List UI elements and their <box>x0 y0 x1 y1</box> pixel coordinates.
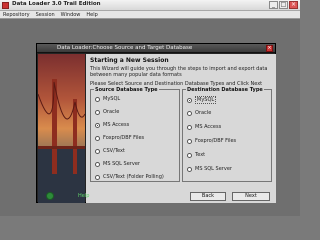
source-group-legend: Source Database Type <box>94 87 159 93</box>
wizard-description: This Wizard will guide you through the s… <box>90 66 268 78</box>
radio-button[interactable] <box>95 135 100 141</box>
dialog-title-bar: Data Loader:Choose Source and Target Dat… <box>37 44 275 53</box>
option-label: MS SQL Server <box>103 161 140 167</box>
window-title: Data Loader 3.0 Trail Edition <box>12 1 101 7</box>
option-label: CSV/Text <box>103 148 125 154</box>
radio-button[interactable] <box>187 110 192 116</box>
destination-option-mysql[interactable]: MySQL <box>187 96 217 104</box>
menu-help[interactable]: Help <box>86 11 97 18</box>
destination-option-ms-sql-server[interactable]: MS SQL Server <box>187 166 232 172</box>
application-window: Data Loader 3.0 Trail Edition _ □ × Repo… <box>0 0 300 216</box>
radio-button[interactable] <box>95 148 100 154</box>
dialog-title: Data Loader:Choose Source and Target Dat… <box>57 45 193 51</box>
bridge-illustration <box>38 79 85 203</box>
option-label: Foxpro/DBF Files <box>195 138 237 144</box>
source-option-foxpro[interactable]: Foxpro/DBF Files <box>95 135 144 141</box>
radio-button[interactable] <box>187 152 192 158</box>
menu-repository[interactable]: Repository <box>3 11 30 18</box>
option-label: MS Access <box>195 124 222 130</box>
radio-button[interactable] <box>187 166 192 172</box>
app-icon <box>2 2 9 9</box>
option-label: MS SQL Server <box>195 166 232 172</box>
option-label: Oracle <box>195 110 212 116</box>
source-database-group: Source Database Type MySQL Oracle MS Acc… <box>90 87 180 182</box>
radio-button[interactable] <box>95 109 100 115</box>
option-label: Foxpro/DBF Files <box>103 135 145 141</box>
option-label: MySQL <box>103 96 121 102</box>
destination-database-group: Destination Database Type MySQL Oracle M… <box>182 87 272 182</box>
radio-button-selected[interactable] <box>187 97 192 103</box>
source-option-ms-access[interactable]: MS Access <box>95 122 129 128</box>
maximize-button[interactable]: □ <box>279 1 288 9</box>
wizard-heading: Starting a New Session <box>90 57 169 64</box>
title-bar: Data Loader 3.0 Trail Edition _ □ × <box>0 0 300 11</box>
destination-option-text[interactable]: Text <box>187 152 205 158</box>
destination-option-ms-access[interactable]: MS Access <box>187 124 221 130</box>
next-button[interactable]: Next <box>232 192 270 201</box>
help-link[interactable]: Help <box>78 193 89 199</box>
radio-button[interactable] <box>187 138 192 144</box>
menu-session[interactable]: Session <box>36 11 55 18</box>
radio-button-selected[interactable] <box>95 122 100 128</box>
dialog-close-button[interactable]: × <box>266 45 273 52</box>
source-option-csv-folder-polling[interactable]: CSV/Text (Folder Polling) <box>95 174 164 180</box>
wizard-dialog: Data Loader:Choose Source and Target Dat… <box>36 43 276 203</box>
option-label: MySQL <box>195 96 217 104</box>
dialog-button-bar: Help Back Next <box>46 192 276 203</box>
close-button[interactable]: × <box>289 1 298 9</box>
menu-bar: Repository Session Window Help <box>0 11 300 19</box>
menu-window[interactable]: Window <box>61 11 81 18</box>
back-button[interactable]: Back <box>190 192 226 201</box>
source-option-oracle[interactable]: Oracle <box>95 109 119 115</box>
source-option-ms-sql-server[interactable]: MS SQL Server <box>95 161 140 167</box>
option-label: Text <box>195 152 206 158</box>
destination-group-legend: Destination Database Type <box>186 87 264 93</box>
radio-button[interactable] <box>187 124 192 130</box>
destination-option-oracle[interactable]: Oracle <box>187 110 211 116</box>
radio-button[interactable] <box>95 174 100 180</box>
golden-gate-bridge-image <box>38 54 85 203</box>
option-label: MS Access <box>103 122 130 128</box>
option-label: CSV/Text (Folder Polling) <box>103 174 164 180</box>
source-option-csv[interactable]: CSV/Text <box>95 148 125 154</box>
window-controls: _ □ × <box>269 1 298 9</box>
source-option-mysql[interactable]: MySQL <box>95 96 120 102</box>
radio-button[interactable] <box>95 161 100 167</box>
option-label: Oracle <box>103 109 120 115</box>
help-icon[interactable] <box>46 192 54 200</box>
radio-button[interactable] <box>95 96 100 102</box>
destination-option-foxpro[interactable]: Foxpro/DBF Files <box>187 138 236 144</box>
wizard-content: Starting a New Session This Wizard will … <box>86 54 276 203</box>
minimize-button[interactable]: _ <box>269 1 278 9</box>
